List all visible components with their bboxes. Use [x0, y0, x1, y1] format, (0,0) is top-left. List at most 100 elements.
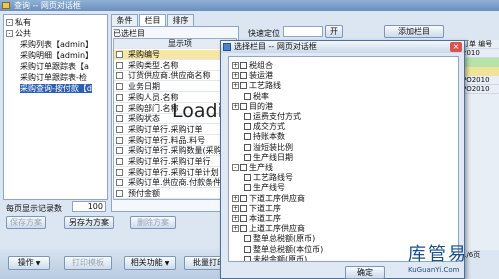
dialog-icon — [223, 43, 231, 51]
dropdown-arrow-icon: ▼ — [164, 260, 170, 267]
tree-item[interactable]: 采购明细【admin】 — [20, 50, 93, 61]
column-checkbox[interactable] — [116, 93, 123, 101]
expand-icon[interactable]: + — [232, 102, 239, 110]
column-checkbox[interactable] — [116, 190, 123, 198]
column-checkbox[interactable] — [244, 245, 251, 253]
column-checkbox[interactable] — [244, 92, 251, 100]
column-checkbox[interactable] — [116, 61, 123, 69]
collapse-icon[interactable]: - — [6, 19, 13, 26]
delete-plan-button[interactable]: 删除方案 — [130, 216, 176, 229]
strip-row: PO2010 — [462, 76, 499, 85]
column-checkbox[interactable] — [244, 235, 251, 243]
expand-icon[interactable]: + — [232, 194, 239, 202]
column-tree-label: 税组合 — [249, 61, 273, 70]
column-label: 订货供应商.供应商名称 — [128, 71, 211, 81]
expand-icon[interactable]: + — [232, 82, 239, 90]
column-checkbox[interactable] — [116, 72, 123, 80]
column-row[interactable]: 采购类型.名称 — [114, 61, 236, 71]
column-label: 采购订单行.料品.料号 — [128, 135, 206, 145]
close-icon[interactable]: × — [450, 42, 462, 52]
column-label: 采购编号 — [128, 50, 160, 59]
column-tree-label: 溢短装比例 — [253, 142, 293, 152]
column-checkbox[interactable] — [244, 133, 251, 141]
column-checkbox[interactable] — [244, 153, 251, 161]
column-checkbox[interactable] — [240, 204, 247, 212]
tree-item[interactable]: 采购查询-按付款【d — [20, 83, 92, 94]
save-plan-button[interactable]: 保存方案 — [6, 216, 46, 229]
related-functions-button[interactable]: 相关功能 ▼ — [124, 256, 176, 270]
tree-item[interactable]: 采购订单跟踪表-检 — [20, 72, 87, 83]
column-checkbox[interactable] — [240, 82, 247, 90]
tree-item[interactable]: 采购订单跟踪表【a — [20, 61, 89, 72]
tab-sort[interactable]: 排序 — [167, 14, 194, 26]
column-row[interactable]: 采购编号 — [114, 50, 236, 60]
column-checkbox[interactable] — [116, 136, 123, 144]
column-checkbox[interactable] — [240, 215, 247, 222]
expand-icon[interactable]: + — [232, 225, 239, 233]
column-checkbox[interactable] — [116, 125, 123, 133]
column-row[interactable]: 采购订单行.采购订单计划 — [114, 168, 236, 178]
operation-menu-label: 操作 — [17, 258, 34, 267]
column-checkbox[interactable] — [116, 115, 123, 123]
column-checkbox[interactable] — [244, 174, 251, 182]
tree-item[interactable]: - 私有 — [6, 17, 31, 28]
column-tree-label: 下道工序 — [249, 203, 281, 213]
expand-icon[interactable]: + — [232, 62, 239, 69]
collapse-icon[interactable]: - — [232, 164, 239, 171]
column-checkbox[interactable] — [116, 83, 123, 91]
column-label: 采购人员.名称 — [128, 92, 179, 102]
column-checkbox[interactable] — [244, 113, 251, 120]
quick-locate-input[interactable] — [283, 26, 323, 37]
column-checkbox[interactable] — [244, 123, 251, 131]
tree-item-label: 采购订单跟踪表【a — [20, 62, 89, 71]
expand-icon[interactable]: + — [232, 215, 239, 222]
column-row[interactable]: 业务日期 — [114, 82, 236, 93]
column-checkbox[interactable] — [116, 51, 123, 58]
column-label: 采购订单行.采购订单 — [128, 124, 203, 134]
column-row[interactable]: 采购订单行.采购订单 — [114, 124, 236, 135]
watermark-url: KuGuanYi.Com — [408, 266, 460, 274]
column-tree-label: 下道工序供应商 — [249, 193, 305, 203]
print-template-button[interactable]: 打印模板 — [64, 256, 112, 270]
column-checkbox[interactable] — [240, 62, 247, 69]
tab-conditions[interactable]: 条件 — [111, 14, 138, 26]
column-row[interactable]: 预付金额 — [114, 189, 236, 199]
column-checkbox[interactable] — [240, 194, 247, 202]
column-row[interactable]: 采购订单行.采购数量(采购单位) — [114, 146, 236, 157]
tree-item-label: 采购列表【admin】 — [20, 40, 94, 49]
column-checkbox[interactable] — [116, 147, 123, 155]
column-tree-label: 整单总税额(本位币) — [253, 244, 324, 254]
collapse-icon[interactable]: - — [6, 30, 13, 37]
column-checkbox[interactable] — [240, 225, 247, 233]
column-checkbox[interactable] — [116, 158, 123, 165]
tree-item[interactable]: - 公共 — [6, 28, 31, 39]
find-button[interactable]: 开 — [325, 25, 343, 38]
column-checkbox[interactable] — [244, 143, 251, 151]
column-checkbox[interactable] — [244, 255, 251, 261]
column-checkbox[interactable] — [240, 102, 247, 110]
column-label: 业务日期 — [128, 82, 160, 92]
operation-menu-button[interactable]: 操作 ▼ — [8, 256, 50, 270]
per-page-label: 每页显示记录数 — [6, 204, 62, 213]
column-tree-item[interactable]: 未税金额(原币) — [244, 254, 307, 261]
column-checkbox[interactable] — [116, 104, 123, 112]
save-as-plan-button[interactable]: 另存为方案 — [64, 216, 114, 229]
per-page-input[interactable]: 100 — [72, 201, 106, 212]
add-column-button[interactable]: 添加栏目 — [384, 25, 444, 38]
column-row[interactable]: 订货供应商.供应商名称 — [114, 71, 236, 82]
quick-locate-label: 快速定位 — [248, 29, 280, 38]
column-row[interactable]: 采购订单行.采购订单行 — [114, 157, 236, 167]
column-checkbox[interactable] — [244, 184, 251, 192]
expand-icon[interactable]: + — [232, 204, 239, 212]
ok-button[interactable]: 确定 — [345, 266, 385, 279]
column-checkbox[interactable] — [116, 168, 123, 176]
column-row[interactable]: 采购订单行.料品.料号 — [114, 135, 236, 146]
expand-icon[interactable]: + — [232, 72, 239, 80]
tree-item[interactable]: 采购列表【admin】 — [20, 39, 93, 50]
column-tree-label: 工艺路线 — [249, 81, 281, 91]
column-checkbox[interactable] — [240, 164, 247, 171]
column-checkbox[interactable] — [240, 72, 247, 80]
column-checkbox[interactable] — [116, 179, 123, 187]
tree-item-label: 采购查询-按付款【d — [20, 84, 92, 93]
column-row[interactable]: 采购订单.供应商.付款条件 — [114, 178, 236, 189]
